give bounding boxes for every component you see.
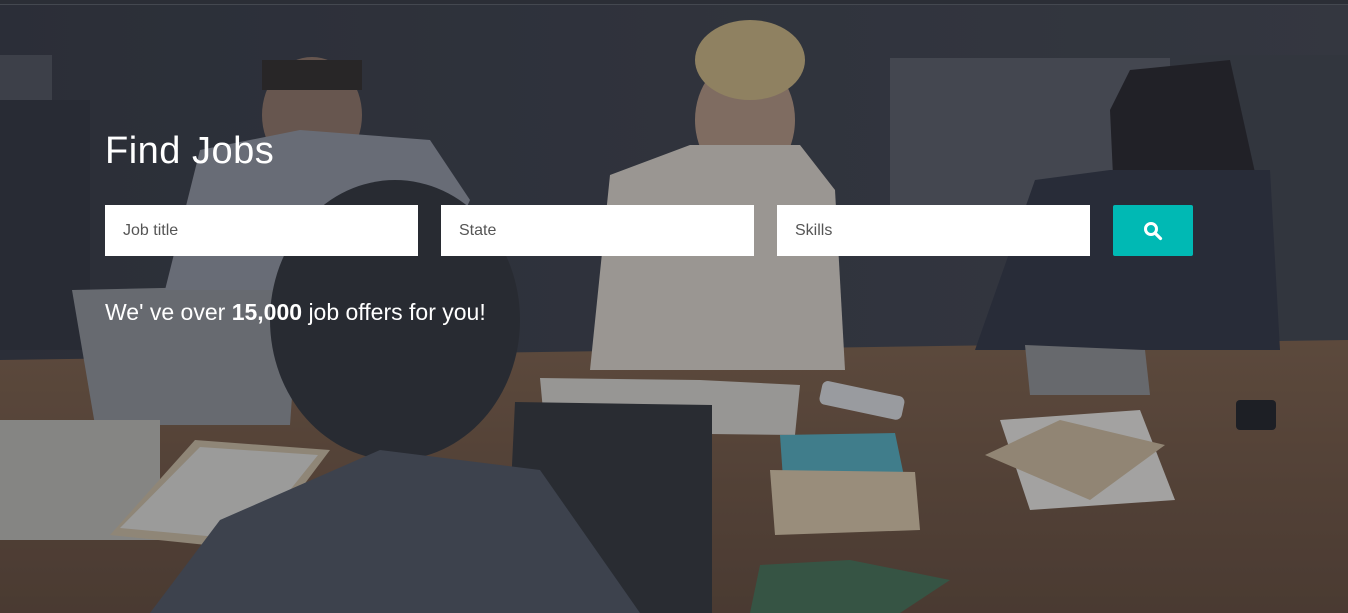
skills-input[interactable] — [777, 205, 1090, 256]
page-title: Find Jobs — [105, 130, 275, 172]
hero-section: Find Jobs We' ve over 15,000 job offers … — [0, 0, 1348, 613]
job-offers-tagline: We' ve over 15,000 job offers for you! — [105, 299, 486, 326]
search-button[interactable] — [1113, 205, 1193, 256]
search-icon — [1144, 221, 1163, 240]
offers-prefix: We' ve over — [105, 299, 226, 325]
job-title-input[interactable] — [105, 205, 418, 256]
offers-suffix: job offers for you! — [308, 299, 486, 325]
offers-count: 15,000 — [231, 299, 303, 325]
state-input[interactable] — [441, 205, 754, 256]
